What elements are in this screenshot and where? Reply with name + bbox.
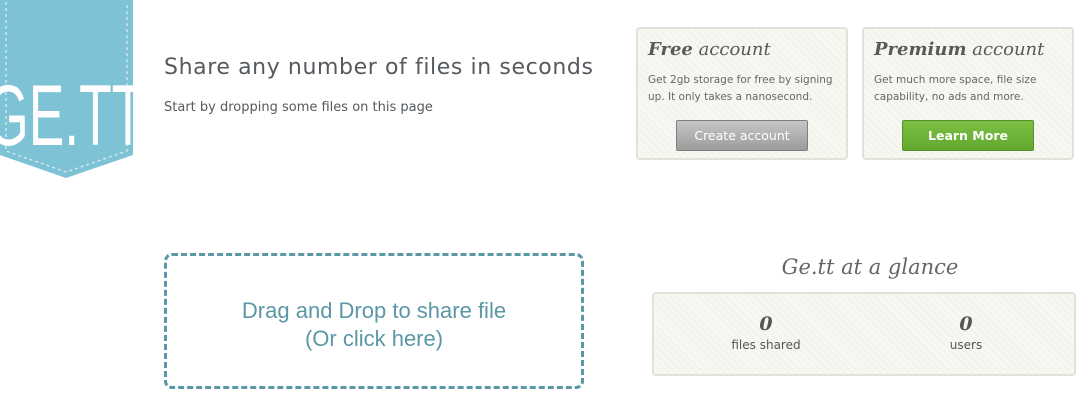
page-headline: Share any number of files in seconds xyxy=(164,55,594,80)
users-label: users xyxy=(949,338,983,352)
stat-files-shared: 0 files shared xyxy=(686,312,846,354)
page: GE.TT Share any number of files in secon… xyxy=(0,0,1082,412)
logo[interactable]: GE.TT xyxy=(0,0,133,178)
premium-title-bold: Premium xyxy=(874,39,967,60)
premium-account-card: Premium account Get much more space, fil… xyxy=(862,27,1074,160)
free-account-card: Free account Get 2gb storage for free by… xyxy=(636,27,848,160)
free-account-title: Free account xyxy=(648,39,771,60)
users-count: 0 xyxy=(959,313,973,335)
free-account-description: Get 2gb storage for free by signing up. … xyxy=(648,74,833,103)
files-shared-count: 0 xyxy=(759,313,773,335)
premium-title-rest: account xyxy=(966,39,1045,60)
glance-title: Ge.tt at a glance xyxy=(781,255,959,279)
premium-account-description: Get much more space, file size capabilit… xyxy=(874,74,1037,103)
create-account-button[interactable]: Create account xyxy=(676,120,808,151)
files-shared-label: files shared xyxy=(731,338,801,352)
logo-text: GE.TT xyxy=(0,68,133,164)
dropzone-line1: Drag and Drop to share file xyxy=(241,298,507,323)
premium-account-title: Premium account xyxy=(874,39,1044,60)
logo-ribbon-icon: GE.TT xyxy=(0,0,133,178)
file-drop-zone[interactable]: Drag and Drop to share file (Or click he… xyxy=(164,253,584,389)
dropzone-line2: (Or click here) xyxy=(304,326,444,351)
free-title-bold: Free xyxy=(648,39,693,60)
free-title-rest: account xyxy=(692,39,771,60)
learn-more-button[interactable]: Learn More xyxy=(902,120,1034,151)
page-subline: Start by dropping some files on this pag… xyxy=(164,100,433,115)
stat-users: 0 users xyxy=(886,312,1046,354)
glance-stats-box: 0 files shared 0 users xyxy=(652,292,1076,376)
